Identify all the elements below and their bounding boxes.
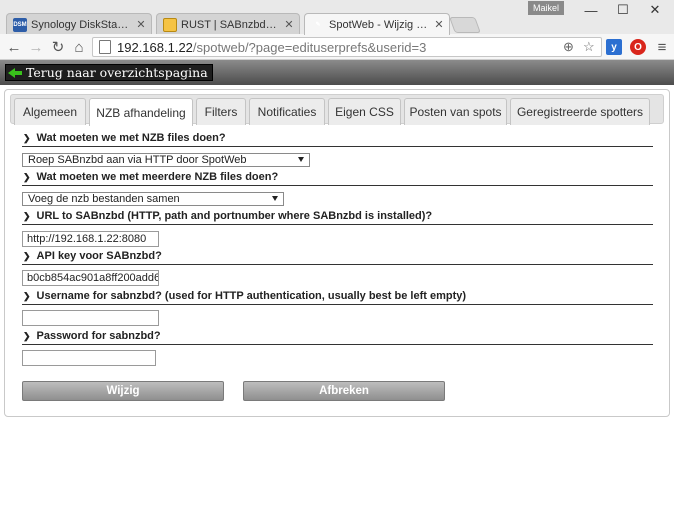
afbreken-button[interactable]: Afbreken [243,381,445,401]
url-path: /spotweb/?page=edituserprefs&userid=3 [192,39,427,55]
browser-tab-title: SpotWeb - Wijzig gebruiker [329,18,429,31]
sabnzbd-icon [163,17,177,32]
nzb-action-select[interactable]: Roep SABnzbd aan via HTTP door SpotWeb [22,153,310,167]
forward-arrow-icon[interactable]: → [27,38,45,56]
browser-tab-diskstation[interactable]: DSM Synology DiskStation - Di ✕ [6,13,152,35]
yahoo-extension-icon[interactable]: y [606,39,622,55]
browser-tab-title: Synology DiskStation - Di [31,18,131,31]
api-key-input[interactable]: b0cb854ac901a8ff200add6 [22,270,159,286]
browser-tab-strip: DSM Synology DiskStation - Di ✕ RUST | S… [0,0,674,35]
close-icon[interactable]: ✕ [283,18,295,31]
close-icon[interactable]: ✕ [135,18,147,31]
new-tab-button[interactable] [449,17,481,33]
api-key-label: ❯ API key voor SABnzbd? [22,250,653,265]
password-input[interactable] [22,350,156,366]
opera-extension-icon[interactable]: O [630,39,646,55]
minimize-icon[interactable]: — [578,2,604,18]
chevron-right-icon: ❯ [23,133,31,143]
wijzig-button[interactable]: Wijzig [22,381,224,401]
nzb-action-label: ❯ Wat moeten we met NZB files doen? [22,132,653,147]
page-icon [99,40,111,54]
multiple-nzb-label: ❯ Wat moeten we met meerdere NZB files d… [22,171,653,186]
username-label-text: Username for sabnzbd? (used for HTTP aut… [36,290,467,302]
green-back-arrow-icon [8,67,22,79]
multiple-nzb-selected-value: Voeg de nzb bestanden samen [28,193,180,205]
nzb-action-selected-value: Roep SABnzbd aan via HTTP door SpotWeb [28,154,247,166]
back-to-overview-link[interactable]: Terug naar overzichtspagina [5,64,213,81]
tab-filters[interactable]: Filters [196,98,246,125]
bookmark-star-icon[interactable]: ☆ [583,39,595,55]
password-label-text: Password for sabnzbd? [36,330,161,342]
home-icon[interactable]: ⌂ [70,38,88,56]
nzb-action-label-text: Wat moeten we met NZB files doen? [36,132,226,144]
synology-dsm-icon: DSM [13,17,27,32]
tab-notificaties[interactable]: Notificaties [249,98,325,125]
browser-tab-spotweb[interactable]: ✎ SpotWeb - Wijzig gebruiker ✕ [304,13,450,35]
spotweb-icon: ✎ [315,22,321,28]
multiple-nzb-label-text: Wat moeten we met meerdere NZB files doe… [36,171,279,183]
tab-geregistreerde-spotters[interactable]: Geregistreerde spotters [510,98,650,125]
dropdown-arrow-icon [298,157,304,162]
sabnzbd-url-label: ❯ URL to SABnzbd (HTTP, path and portnum… [22,210,653,225]
browser-toolbar: ← → ↻ ⌂ 192.168.1.22/spotweb/?page=editu… [0,34,674,60]
chevron-right-icon: ❯ [23,251,31,261]
tab-eigen-css[interactable]: Eigen CSS [328,98,401,125]
reload-icon[interactable]: ↻ [49,38,67,56]
tab-posten-van-spots[interactable]: Posten van spots [404,98,507,125]
url-host: 192.168.1.22 [117,39,193,55]
address-bar-url: 192.168.1.22/spotweb/?page=edituserprefs… [117,40,426,55]
back-link-label: Terug naar overzichtspagina [26,65,208,80]
api-key-label-text: API key voor SABnzbd? [36,250,162,262]
browser-tab-sabnzbd[interactable]: RUST | SABnzbd 0.7.20 ✕ [156,13,300,35]
password-label: ❯ Password for sabnzbd? [22,330,653,345]
multiple-nzb-select[interactable]: Voeg de nzb bestanden samen [22,192,284,206]
window-close-icon[interactable]: ✕ [642,2,668,18]
back-arrow-icon[interactable]: ← [5,38,23,56]
chevron-right-icon: ❯ [23,172,31,182]
maximize-icon[interactable]: ☐ [610,2,636,18]
chevron-right-icon: ❯ [23,211,31,221]
tab-nzb-afhandeling[interactable]: NZB afhandeling [89,98,193,126]
tab-algemeen[interactable]: Algemeen [14,98,86,125]
page-header-bar: Terug naar overzichtspagina [0,60,674,85]
address-bar[interactable]: 192.168.1.22/spotweb/?page=edituserprefs… [92,37,602,57]
sabnzbd-url-input[interactable]: http://192.168.1.22:8080 [22,231,159,247]
zoom-icon[interactable]: ⊕ [563,39,574,55]
preferences-tab-bar: Algemeen NZB afhandeling Filters Notific… [10,94,664,126]
username-label: ❯ Username for sabnzbd? (used for HTTP a… [22,290,653,305]
close-icon[interactable]: ✕ [433,18,445,31]
dropdown-arrow-icon [272,196,278,201]
chevron-right-icon: ❯ [23,291,31,301]
chevron-right-icon: ❯ [23,331,31,341]
sabnzbd-url-label-text: URL to SABnzbd (HTTP, path and portnumbe… [36,210,433,222]
username-input[interactable] [22,310,159,326]
browser-user-badge[interactable]: Maikel [528,1,564,15]
preferences-panel: Algemeen NZB afhandeling Filters Notific… [4,89,670,417]
hamburger-menu-icon[interactable]: ≡ [654,38,670,56]
browser-tab-title: RUST | SABnzbd 0.7.20 [181,18,279,31]
